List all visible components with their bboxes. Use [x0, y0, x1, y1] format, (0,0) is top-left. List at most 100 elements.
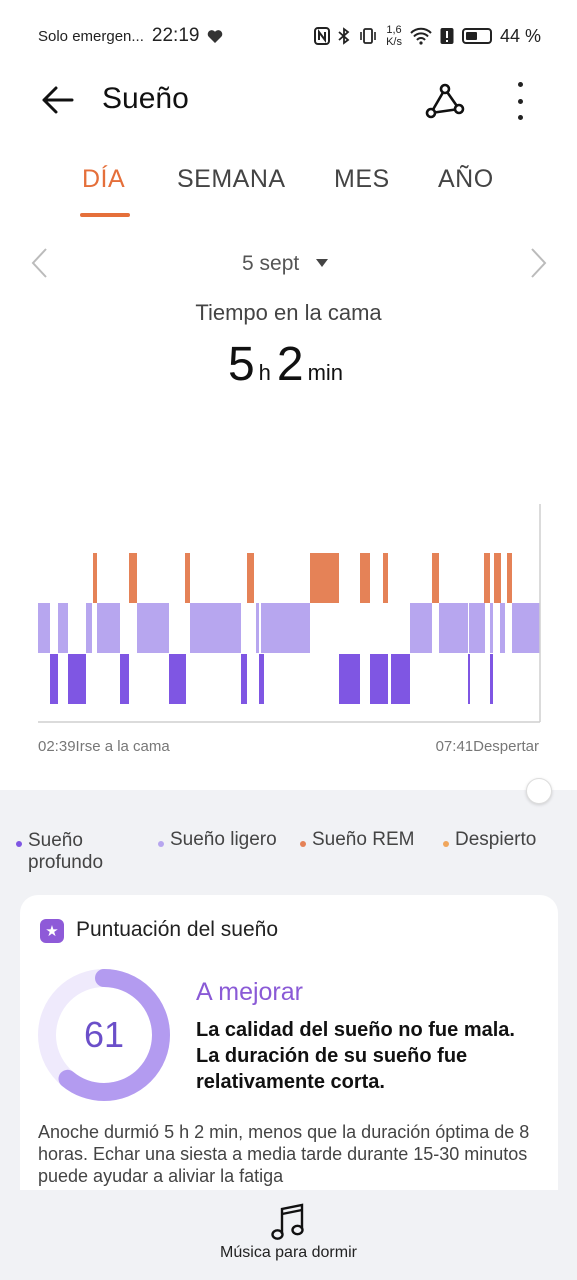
date-navigator: 5 sept [0, 245, 577, 285]
deep-sleep-segment [68, 654, 86, 704]
music-note-icon[interactable] [271, 1202, 305, 1242]
more-options-button[interactable] [506, 78, 534, 124]
date-selector[interactable]: 5 sept [242, 252, 299, 276]
light-sleep-segment [490, 603, 493, 653]
share-icon [425, 83, 465, 119]
sleep-stage-chart [38, 504, 541, 723]
chevron-left-icon [31, 248, 47, 278]
light-sleep-segment [137, 603, 169, 653]
rem-segment [310, 553, 339, 603]
light-sleep-segment [256, 603, 259, 653]
legend-rem-sleep: Sueño REM [300, 829, 414, 854]
bluetooth-icon [338, 27, 350, 45]
tab-ano[interactable]: AÑO [438, 165, 494, 194]
star-icon: ★ [40, 919, 64, 943]
legend-light-sleep: Sueño ligero [158, 829, 277, 854]
deep-sleep-segment [120, 654, 129, 704]
app-bar: Sueño [0, 72, 577, 128]
dot [517, 115, 523, 120]
legend-awake: Despierto [443, 829, 536, 854]
sheet-handle[interactable] [526, 778, 552, 804]
rem-segment [432, 553, 439, 603]
light-sleep-segment [469, 603, 485, 653]
speed-unit: K/s [386, 36, 402, 48]
carrier-text: Solo emergen... [38, 27, 144, 45]
battery-percent: 44 % [499, 25, 541, 46]
deep-sleep-segment [468, 654, 470, 704]
heart-icon [208, 29, 223, 43]
dot [517, 98, 523, 104]
sleep-score-value: 61 [83, 1014, 125, 1055]
dot [517, 82, 523, 87]
tab-dia[interactable]: DÍA [82, 165, 125, 194]
legend-label: Despierto [455, 829, 537, 850]
next-day-button[interactable] [526, 245, 550, 281]
speed-value: 1,6 [386, 24, 402, 36]
legend-label-line1: Sueño [28, 830, 83, 851]
hours-unit: h [258, 360, 271, 385]
bedtime-label: 02:39Irse a la cama [38, 738, 170, 755]
rem-segment [247, 553, 254, 603]
card-title: Puntuación del sueño [76, 918, 278, 941]
vibrate-icon [360, 28, 376, 44]
light-sleep-segment [439, 603, 468, 653]
legend-dot [300, 841, 306, 847]
wake-time-label: 07:41Despertar [435, 738, 539, 755]
rem-segment [507, 553, 512, 603]
legend-label: Sueño ligero [170, 829, 277, 850]
battery-icon [461, 28, 492, 44]
score-verdict: A mejorar [196, 978, 303, 1006]
legend-dot [443, 841, 449, 847]
clock: 22:19 [151, 25, 200, 46]
status-right: 1,6 K/s 44 % [314, 24, 541, 48]
wifi-icon [410, 27, 432, 45]
legend-label-line2: profundo [28, 852, 104, 873]
rem-segment [129, 553, 137, 603]
light-sleep-segment [190, 603, 241, 653]
tab-semana[interactable]: SEMANA [177, 165, 286, 194]
rem-segment [93, 553, 97, 603]
verdict-description: La calidad del sueño no fue mala. La dur… [196, 1019, 515, 1093]
sleep-music-label[interactable]: Música para dormir [0, 1244, 577, 1262]
chart-bars [38, 553, 540, 704]
share-button[interactable] [424, 80, 466, 122]
network-speed: 1,6 K/s [386, 24, 402, 48]
nfc-icon [314, 27, 331, 45]
legend-dot [158, 841, 164, 847]
back-button[interactable] [38, 80, 78, 120]
legend-label: Sueño profundo [28, 830, 103, 874]
deep-sleep-segment [370, 654, 388, 704]
status-bar: Solo emergen... 22:19 1,6 K/s 44 % [0, 0, 577, 72]
light-sleep-segment [261, 603, 310, 653]
deep-sleep-segment [490, 654, 493, 704]
legend-dot [16, 841, 22, 847]
caret-down-icon [316, 259, 328, 267]
time-in-bed-value: 5 h 2 min [0, 337, 577, 392]
sleep-summary: Anoche durmió 5 h 2 min, menos que la du… [38, 1122, 530, 1186]
page-title: Sueño [102, 82, 189, 115]
minutes-value: 2 [276, 338, 304, 391]
rem-segment [383, 553, 388, 603]
deep-sleep-segment [50, 654, 58, 704]
previous-day-button[interactable] [28, 245, 52, 281]
sleep-score-card[interactable]: ★ Puntuación del sueño 61 A mejorar La c… [20, 895, 558, 1215]
rem-segment [494, 553, 501, 603]
light-sleep-segment [512, 603, 540, 653]
active-tab-indicator [80, 213, 130, 217]
rem-segment [185, 553, 190, 603]
alert-icon [440, 28, 454, 44]
light-sleep-segment [500, 603, 505, 653]
light-sleep-segment [86, 603, 92, 653]
tab-mes[interactable]: MES [334, 165, 390, 194]
rem-segment [484, 553, 490, 603]
chart-legend: Sueño profundo Sueño ligero Sueño REM Des… [0, 829, 577, 880]
light-sleep-segment [38, 603, 50, 653]
chevron-right-icon [531, 248, 547, 278]
arrow-left-icon [42, 86, 74, 114]
deep-sleep-segment [391, 654, 410, 704]
minutes-unit: min [307, 360, 344, 385]
status-left: Solo emergen... 22:19 [38, 25, 223, 47]
deep-sleep-segment [169, 654, 186, 704]
legend-deep-sleep: Sueño profundo [16, 830, 103, 874]
light-sleep-segment [97, 603, 120, 653]
